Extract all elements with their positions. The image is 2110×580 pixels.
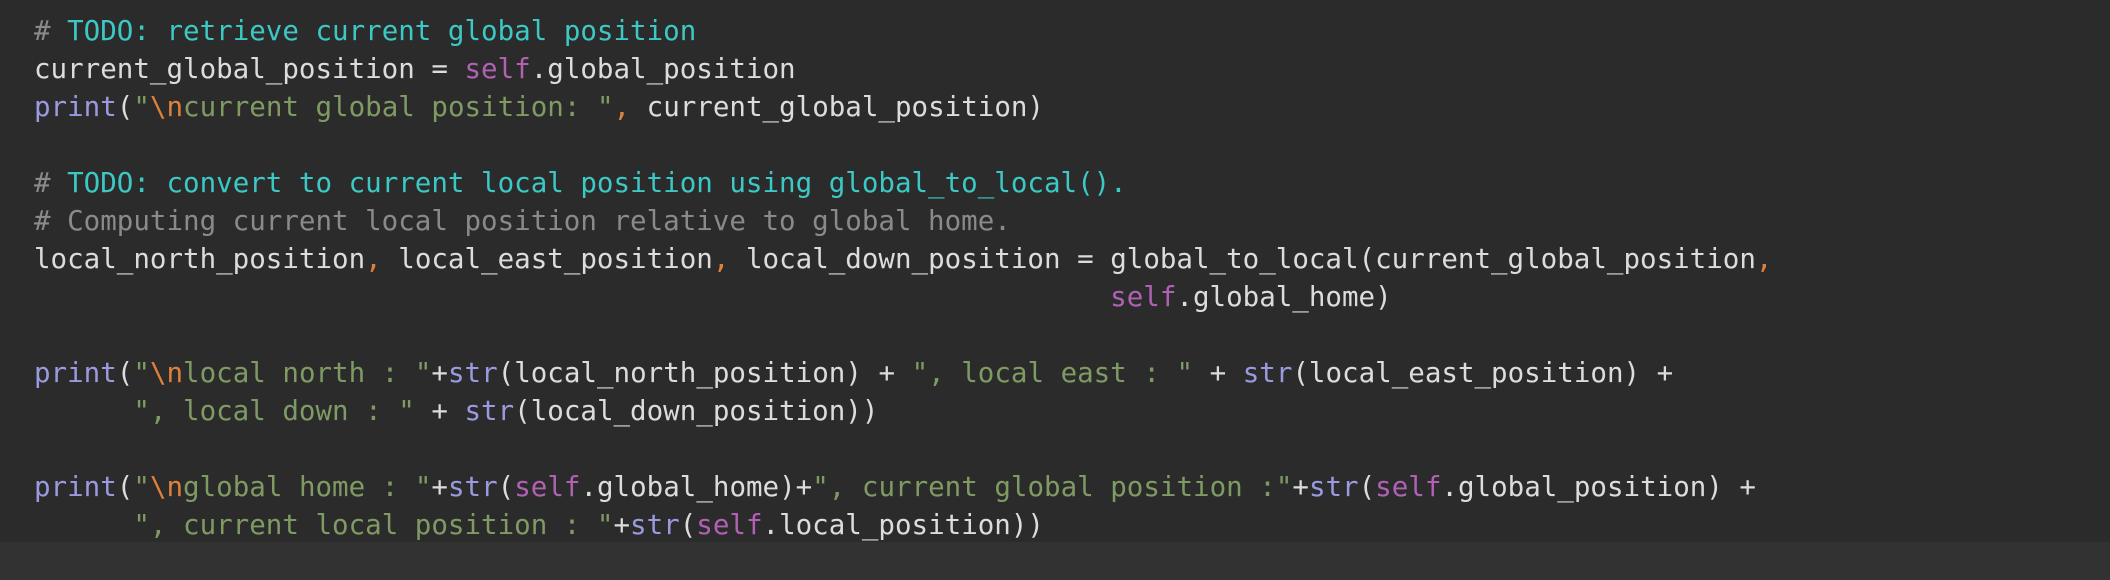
code-token: # — [34, 15, 68, 47]
code-token: local north : " — [183, 357, 432, 389]
code-token: + — [431, 471, 448, 503]
code-token: (local_down_position)) — [514, 395, 879, 427]
code-token: self — [514, 471, 581, 503]
code-token: ( — [497, 471, 515, 503]
code-token: str — [630, 509, 680, 541]
code-token: (local_east_position) + — [1292, 357, 1674, 389]
code-token: " — [133, 357, 150, 389]
code-token: print — [34, 357, 117, 389]
code-token: current_global_position) — [630, 91, 1044, 123]
code-token: self — [1375, 471, 1442, 503]
code-token: ", current local position : " — [133, 509, 614, 541]
code-token: print — [34, 471, 117, 503]
code-token: .global_home) — [1176, 281, 1392, 313]
code-token: \n — [149, 91, 184, 123]
code-token: self — [696, 509, 763, 541]
code-token: ", local down : " — [133, 395, 415, 427]
code-token: # Computing current local position relat… — [34, 205, 1011, 237]
code-line: local_north_position, local_east_positio… — [34, 240, 1772, 278]
code-token: TODO: retrieve current global position — [67, 15, 697, 47]
code-line: # TODO: convert to current local positio… — [34, 164, 1772, 202]
code-token: \n — [149, 471, 184, 503]
code-token: current_global_position = — [34, 53, 465, 85]
code-line: self.global_home) — [34, 278, 1772, 316]
code-token: ", current global position :" — [812, 471, 1293, 503]
code-token: print — [34, 91, 117, 123]
code-token: " — [133, 471, 150, 503]
code-token: .local_position)) — [762, 509, 1044, 541]
code-token: .global_position) + — [1441, 471, 1756, 503]
code-token: + — [1193, 357, 1243, 389]
code-line: current_global_position = self.global_po… — [34, 50, 1772, 88]
code-token: .global_home)+ — [580, 471, 813, 503]
code-token: " — [133, 91, 150, 123]
code-token: str — [447, 357, 498, 389]
code-token: str — [464, 395, 515, 427]
code-line: print("\nlocal north : "+str(local_north… — [34, 354, 1772, 392]
code-token: ( — [116, 471, 134, 503]
code-token: str — [1308, 471, 1359, 503]
code-token: ( — [1358, 471, 1376, 503]
code-token: , — [712, 243, 730, 275]
code-token: + — [1292, 471, 1309, 503]
code-block[interactable]: # TODO: retrieve current global position… — [34, 12, 1772, 544]
code-token: local_down_position = global_to_local(cu… — [729, 243, 1756, 275]
code-token: , — [1755, 243, 1773, 275]
code-token: ( — [116, 91, 134, 123]
code-token: str — [1242, 357, 1293, 389]
code-token: + — [431, 357, 448, 389]
code-line: ", current local position : "+str(self.l… — [34, 506, 1772, 544]
code-token: self — [1110, 281, 1177, 313]
code-token: ( — [116, 357, 134, 389]
code-token: TODO: convert to current local position … — [67, 167, 1127, 199]
code-editor[interactable]: # TODO: retrieve current global position… — [0, 0, 2110, 542]
code-token: ( — [679, 509, 697, 541]
code-token: current global position: " — [183, 91, 614, 123]
code-line: # Computing current local position relat… — [34, 202, 1772, 240]
code-token: .global_position — [530, 53, 796, 85]
code-token: \n — [149, 357, 184, 389]
code-token: , — [365, 243, 382, 275]
code-token: global home : " — [183, 471, 432, 503]
code-token: + — [414, 395, 465, 427]
code-token: , — [613, 91, 631, 123]
editor-bottom-strip — [0, 542, 2110, 580]
code-line: print("\nglobal home : "+str(self.global… — [34, 468, 1772, 506]
code-token: self — [464, 53, 531, 85]
code-token: str — [447, 471, 498, 503]
code-token: local_east_position — [381, 243, 713, 275]
code-line: # TODO: retrieve current global position — [34, 12, 1772, 50]
code-token: # — [34, 167, 68, 199]
code-token: + — [613, 509, 631, 541]
code-token: ", local east : " — [911, 357, 1194, 389]
code-line: print("\ncurrent global position: ", cur… — [34, 88, 1772, 126]
code-line: ", local down : " + str(local_down_posit… — [34, 392, 1772, 430]
code-token: local_north_position — [34, 243, 366, 275]
code-token: (local_north_position) + — [497, 357, 912, 389]
